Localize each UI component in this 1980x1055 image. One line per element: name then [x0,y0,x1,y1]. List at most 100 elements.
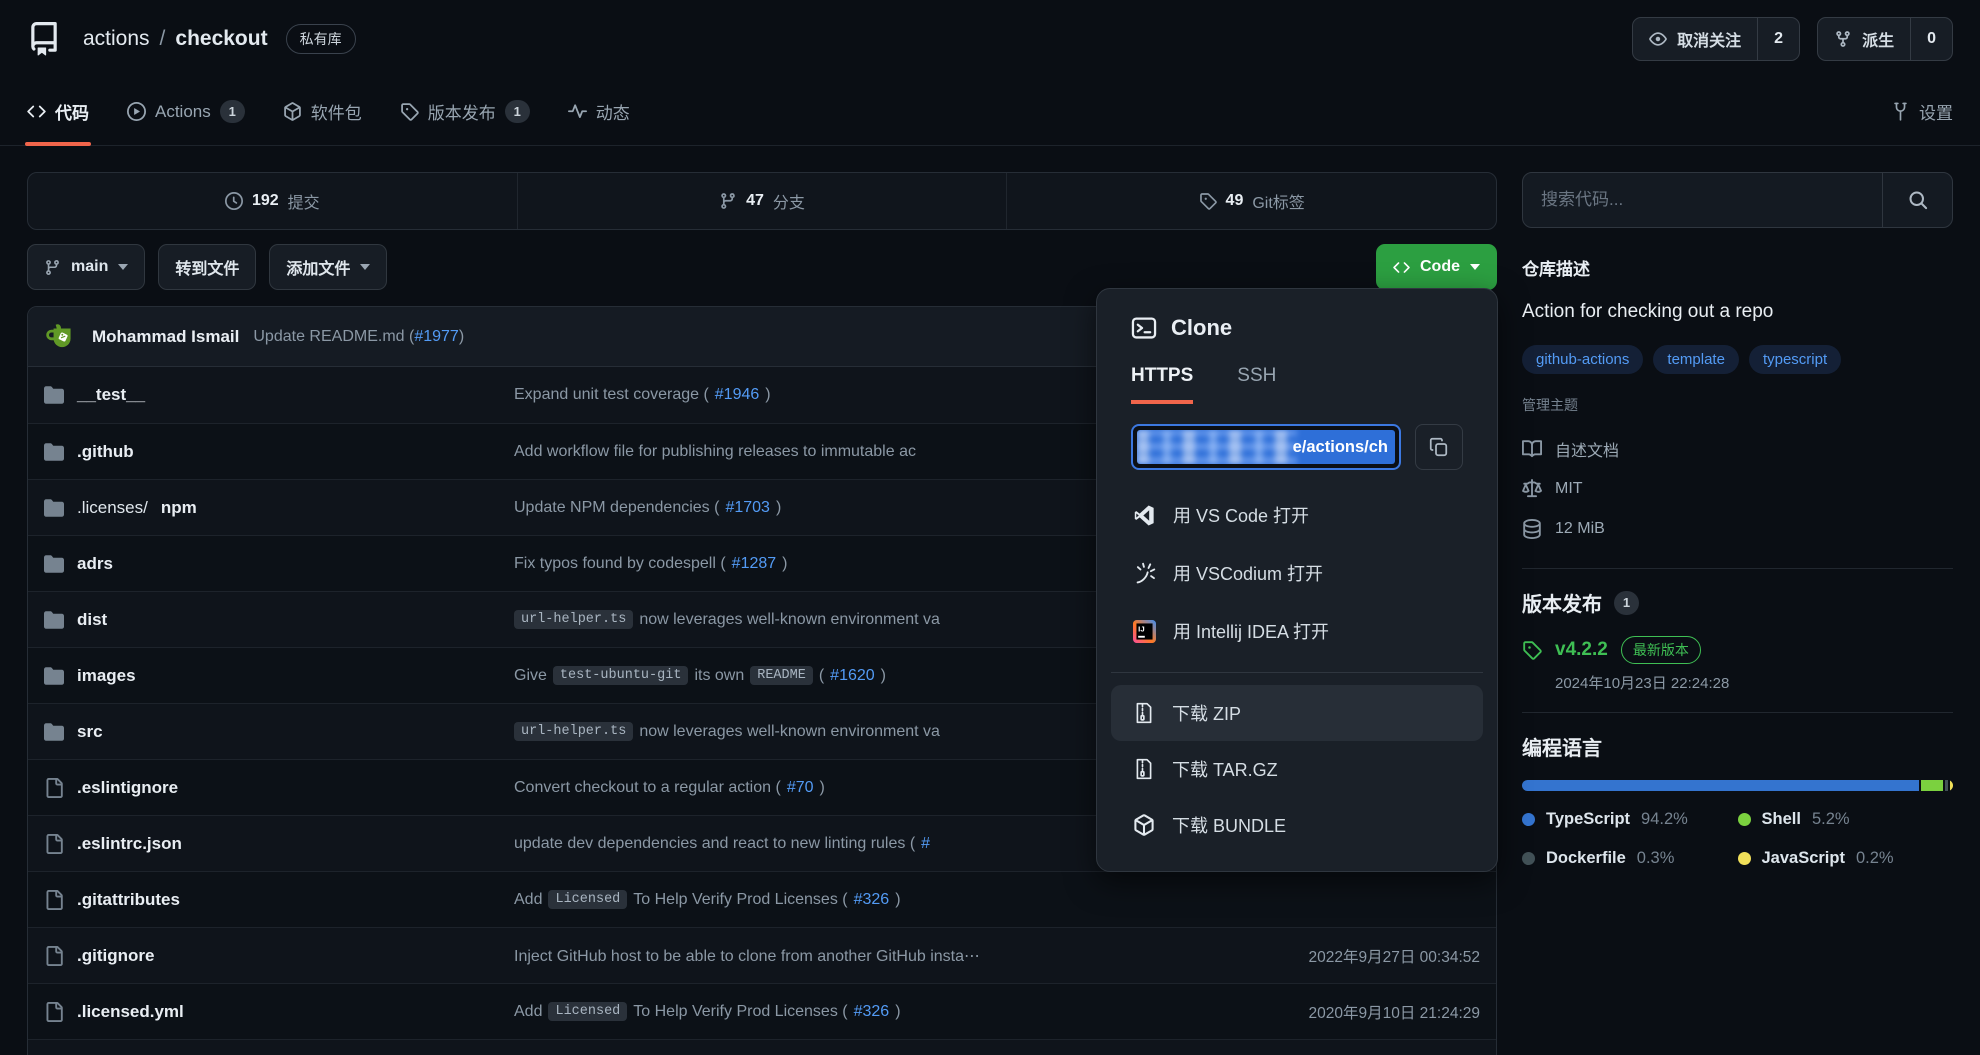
file-name[interactable]: .eslintrc.json [44,834,514,854]
search-input[interactable] [1523,173,1882,227]
zip-file-icon [1133,702,1155,724]
file-name[interactable]: __test__ [44,385,514,405]
tab-code[interactable]: 代码 [27,78,89,145]
language-legend-item[interactable]: Shell5.2% [1738,810,1954,829]
file-name[interactable]: src [44,722,514,742]
file-row[interactable]: .gitignoreInject GitHub host to be able … [28,927,1496,983]
commit-author[interactable]: Mohammad Ismail [92,327,239,347]
language-dot [1522,813,1535,826]
clone-url-row: e/actions/ch [1131,424,1463,470]
code-chip: Licensed [548,1002,627,1021]
file-name[interactable]: dist [44,610,514,630]
language-bar-segment [1921,780,1943,791]
language-legend-item[interactable]: TypeScript94.2% [1522,810,1738,829]
file-name[interactable]: .licensed.yml [44,1002,514,1022]
tab-packages[interactable]: 软件包 [283,78,362,145]
repo-tabbar: 代码 Actions 1 软件包 版本发布 1 动态 设置 [0,78,1980,146]
issue-link[interactable]: # [921,835,930,853]
code-icon [27,102,46,121]
code-chip: test-ubuntu-git [553,666,689,685]
tab-actions[interactable]: Actions 1 [127,78,245,145]
repo-logo-icon[interactable] [27,22,61,56]
download-targz-item[interactable]: 下载 TAR.GZ [1111,741,1483,797]
readme-link[interactable]: 自述文档 [1522,429,1953,469]
top-bar: actions/checkout 私有库 取消关注 2 派生 0 [0,0,1980,78]
file-name[interactable]: adrs [44,554,514,574]
issue-link[interactable]: #1620 [830,667,875,685]
issue-link[interactable]: #1946 [715,386,760,404]
code-button[interactable]: Code [1376,244,1497,290]
tab-ssh[interactable]: SSH [1237,365,1276,404]
open-vscode-item[interactable]: 用 VS Code 打开 [1111,486,1483,544]
tab-settings[interactable]: 设置 [1891,78,1953,145]
issue-link[interactable]: #1977 [414,328,459,345]
owner-link[interactable]: actions [83,27,150,50]
forks-count[interactable]: 0 [1910,18,1952,60]
copy-url-button[interactable] [1415,424,1463,470]
issue-link[interactable]: #70 [787,779,814,797]
file-row[interactable]: .licensed.ymlAdd Licensed To Help Verify… [28,983,1496,1039]
database-icon [1522,519,1542,539]
open-intellij-item[interactable]: IJ 用 Intellij IDEA 打开 [1111,602,1483,660]
code-search [1522,172,1953,228]
file-name[interactable]: .gitattributes [44,890,514,910]
fork-button[interactable]: 派生 [1818,18,1910,60]
description-title: 仓库描述 [1522,255,1953,280]
license-link[interactable]: MIT [1522,469,1953,509]
tag-icon [400,102,419,121]
file-commit-message: Add Licensed To Help Verify Prod License… [514,1002,1230,1021]
topic-pill[interactable]: github-actions [1522,345,1643,374]
download-bundle-item[interactable]: 下载 BUNDLE [1111,797,1483,853]
file-row[interactable]: .gitattributesAdd Licensed To Help Verif… [28,871,1496,927]
chevron-down-icon [118,264,128,270]
divider [1522,568,1953,569]
tab-releases[interactable]: 版本发布 1 [400,78,530,145]
branches-stat[interactable]: 47 分支 [517,173,1007,229]
topic-pill[interactable]: template [1653,345,1739,374]
language-legend-item[interactable]: Dockerfile0.3% [1522,849,1738,868]
goto-file-button[interactable]: 转到文件 [158,244,256,290]
release-version-link[interactable]: v4.2.2 [1555,639,1608,661]
issue-link[interactable]: #326 [854,891,890,909]
clone-url-input[interactable]: e/actions/ch [1131,424,1401,470]
branch-selector[interactable]: main [27,244,145,290]
tab-https[interactable]: HTTPS [1131,365,1193,404]
file-name[interactable]: .eslintignore [44,778,514,798]
actions-count-badge: 1 [220,100,245,123]
language-bar-segment [1950,780,1953,791]
file-name[interactable]: .gitignore [44,946,514,966]
file-commit-date: 2022年9月27日 00:34:52 [1230,945,1480,967]
issue-link[interactable]: #1287 [732,555,777,573]
add-file-button[interactable]: 添加文件 [269,244,387,290]
repo-link[interactable]: checkout [175,27,267,50]
releases-count-badge: 1 [505,100,530,123]
vscode-icon [1133,504,1156,527]
watchers-count[interactable]: 2 [1757,18,1799,60]
issue-link[interactable]: #326 [854,1003,890,1021]
topic-pill[interactable]: typescript [1749,345,1841,374]
issue-link[interactable]: #1703 [725,499,770,517]
intellij-icon: IJ [1133,620,1156,643]
divider [1111,672,1483,673]
search-button[interactable] [1882,173,1952,227]
open-vscodium-item[interactable]: 用 VSCodium 打开 [1111,544,1483,602]
code-icon [1393,259,1410,276]
file-commit-message: Add Licensed To Help Verify Prod License… [514,890,1230,909]
unwatch-button[interactable]: 取消关注 [1633,18,1757,60]
clone-protocol-tabs: HTTPS SSH [1131,365,1463,404]
file-row[interactable] [28,1039,1496,1055]
tab-activity[interactable]: 动态 [568,78,630,145]
file-name[interactable]: .licenses/npm [44,498,514,518]
tags-stat[interactable]: 49 Git标签 [1006,173,1496,229]
language-dot [1738,813,1751,826]
copy-icon [1429,437,1449,457]
repo-description: Action for checking out a repo [1522,301,1953,323]
download-zip-item[interactable]: 下载 ZIP [1111,685,1483,741]
commits-stat[interactable]: 192 提交 [28,173,517,229]
clone-heading: Clone [1131,315,1463,341]
file-name[interactable]: images [44,666,514,686]
fork-icon [1834,30,1852,48]
manage-topics-link[interactable]: 管理主题 [1522,395,1578,415]
file-name[interactable]: .github [44,442,514,462]
language-legend-item[interactable]: JavaScript0.2% [1738,849,1954,868]
